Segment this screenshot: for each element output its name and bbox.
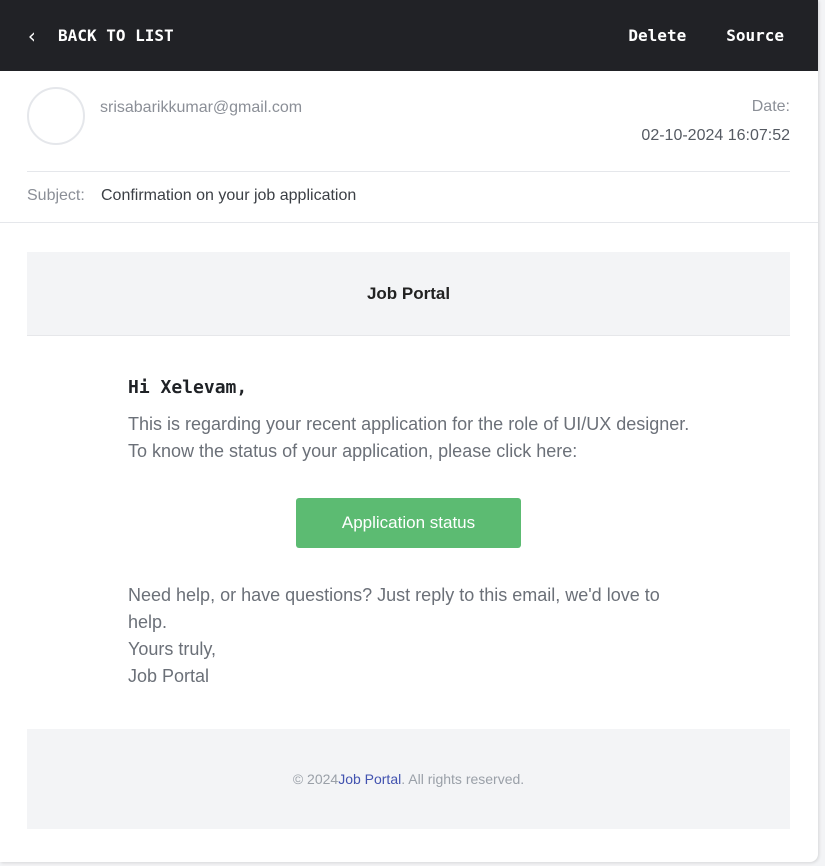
delete-button[interactable]: Delete [628, 26, 686, 45]
avatar [27, 87, 85, 145]
subject-label: Subject: [27, 187, 85, 204]
sender-email: srisabarikkumar@gmail.com [100, 99, 303, 116]
subject-value: Confirmation on your job application [101, 187, 357, 204]
email-viewer: ‹ BACK TO LIST Delete Source srisabarikk… [0, 0, 818, 862]
greeting: Hi Xelevam, [128, 377, 248, 398]
intro-line: To know the status of your application, … [128, 441, 578, 461]
closing-line: Job Portal [128, 666, 210, 686]
footer-link-job-portal[interactable]: Job Portal [338, 771, 401, 787]
email-content: Job Portal Hi Xelevam, This is regarding… [27, 252, 790, 829]
footer-prefix: © 2024 [292, 771, 339, 787]
date-value: 02-10-2024 16:07:52 [641, 127, 790, 144]
footer-suffix: . All rights reserved. [401, 771, 525, 787]
closing-paragraph: Need help, or have questions? Just reply… [128, 582, 673, 690]
closing-line: Need help, or have questions? Just reply… [128, 585, 660, 605]
intro-line: This is regarding your recent applicatio… [128, 414, 690, 434]
header-divider [27, 171, 790, 172]
email-footer: © 2024 Job Portal . All rights reserved. [27, 729, 790, 829]
back-to-list-button[interactable]: ‹ BACK TO LIST [26, 26, 174, 46]
back-to-list-label: BACK TO LIST [58, 26, 174, 45]
source-button[interactable]: Source [726, 26, 784, 45]
email-brand-header: Job Portal [27, 252, 790, 336]
closing-line: help. [128, 612, 168, 632]
closing-line: Yours truly, [128, 639, 217, 659]
intro-paragraph: This is regarding your recent applicatio… [128, 411, 708, 465]
email-body: Hi Xelevam, This is regarding your recen… [27, 336, 790, 729]
chevron-left-icon: ‹ [26, 23, 39, 48]
application-status-button[interactable]: Application status [296, 498, 521, 548]
message-header: srisabarikkumar@gmail.com Date: 02-10-20… [0, 71, 818, 223]
top-toolbar: ‹ BACK TO LIST Delete Source [0, 0, 818, 71]
date-label: Date: [751, 98, 790, 115]
